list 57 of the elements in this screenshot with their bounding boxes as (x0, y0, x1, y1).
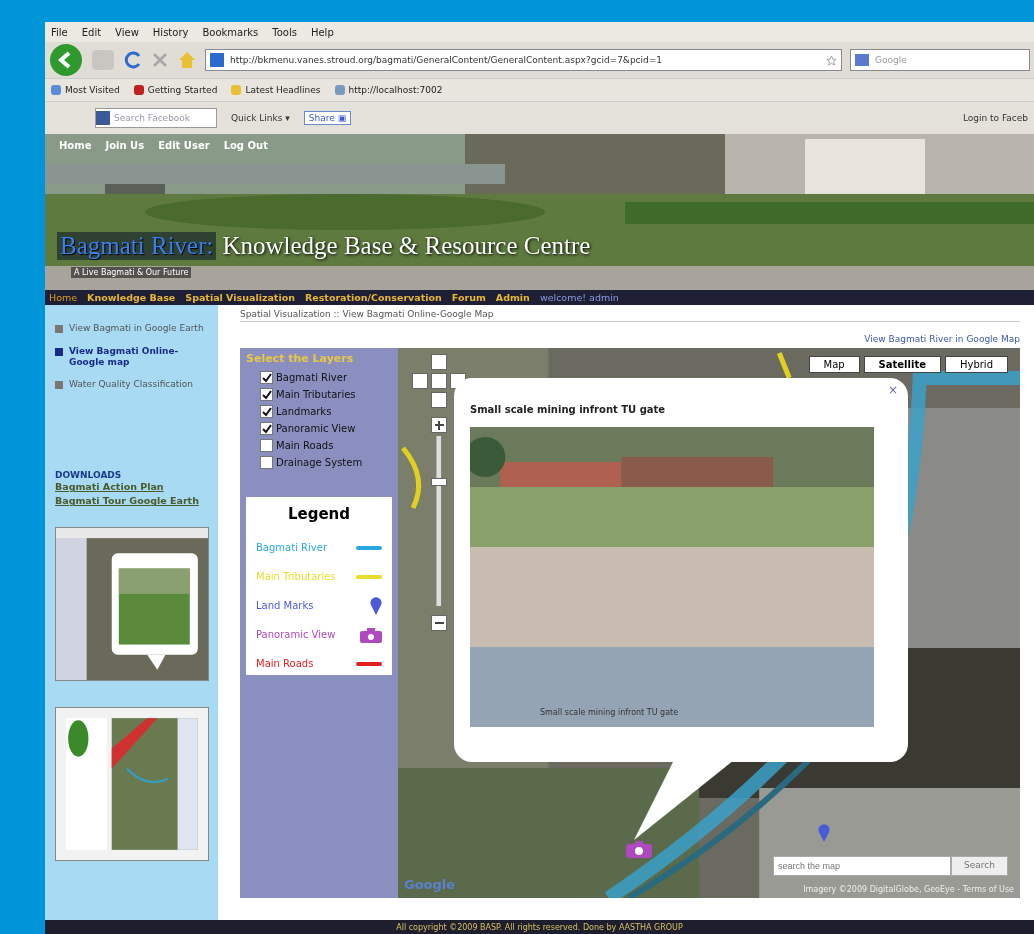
layer-label: Drainage System (276, 457, 363, 468)
bookmark-link[interactable]: Latest Headlines (231, 85, 321, 95)
star-icon[interactable] (826, 54, 837, 66)
layer-label: Panoramic View (276, 423, 356, 434)
layer-label: Bagmati River (276, 372, 347, 383)
menu-item[interactable]: Tools (272, 26, 297, 38)
reload-icon[interactable] (123, 50, 143, 70)
layer-checkbox[interactable] (260, 439, 273, 452)
nav-link[interactable]: Restoration/Conservation (304, 292, 442, 303)
menu-item[interactable]: View (115, 26, 139, 38)
bookmark-link[interactable]: http://localhost:7002 (334, 85, 443, 95)
sidebar-link[interactable]: View Bagmati in Google Earth (55, 323, 208, 334)
back-icon[interactable] (49, 43, 83, 77)
share-button[interactable]: Share ▣ (303, 111, 352, 125)
legend-label: Bagmati River (256, 542, 327, 553)
nav-link[interactable]: Spatial Visualization (185, 292, 295, 303)
bookmark-link[interactable]: Most Visited (51, 85, 120, 95)
nav-link[interactable]: Forum (451, 292, 486, 303)
breadcrumb: Spatial Visualization :: View Bagmati Online-Google Map (240, 309, 1020, 322)
layer-checkbox[interactable] (260, 422, 273, 435)
downloads-heading: DOWNLOADS (55, 470, 123, 481)
address-field[interactable]: http://bkmenu.vanes.stroud.org/bagmati/GeneralContent/GeneralContent.aspx?gcid=7&pcid=1 (205, 49, 842, 71)
site-title: Knowledge Base & Resource Centre (222, 232, 591, 260)
legend-label: Main Roads (256, 658, 314, 669)
site-name: Bagmati River: (57, 232, 217, 260)
layer-checkbox[interactable] (260, 371, 273, 384)
layer-label: Main Roads (276, 440, 334, 451)
legend-label: Land Marks (256, 600, 314, 611)
layer-label: Main Tributaries (276, 389, 356, 400)
layers-heading: Select the Layers (246, 352, 355, 365)
menu-item[interactable]: Bookmarks (202, 26, 259, 38)
legend-title: Legend (286, 505, 352, 523)
nav-link[interactable]: Home (49, 292, 78, 303)
site-tagline: A Live Bagmati & Our Future (71, 267, 192, 278)
menu-item[interactable]: File (51, 26, 68, 38)
welcome-text: welcome! admin (539, 292, 619, 303)
site-icon (210, 53, 224, 67)
legend-label: Main Tributaries (256, 571, 336, 582)
download-link[interactable]: Bagmati Action Plan (55, 480, 208, 495)
map-link[interactable]: View Bagmati River in Google Map (864, 334, 1020, 344)
menu-item[interactable]: History (152, 26, 189, 38)
quick-links-menu[interactable]: Quick Links ▾ (231, 113, 290, 123)
layer-checkbox[interactable] (260, 388, 273, 401)
login-link[interactable]: Login to Faceb (962, 113, 1028, 123)
layer-label: Landmarks (276, 406, 332, 417)
legend-label: Panoramic View (256, 629, 336, 640)
bookmark-link[interactable]: Getting Started (133, 85, 218, 95)
nav-link[interactable]: Admin (495, 292, 530, 303)
layer-checkbox[interactable] (260, 405, 273, 418)
layer-checkbox[interactable] (260, 456, 273, 469)
sidebar-link[interactable]: Water Quality Classification (55, 379, 208, 391)
menu-item[interactable]: Edit (81, 26, 102, 38)
menu-item[interactable]: Help (310, 26, 334, 38)
download-link[interactable]: Bagmati Tour Google Earth (55, 494, 208, 509)
nav-link[interactable]: Knowledge Base (87, 292, 176, 303)
footer-text: All copyright ©2009 BASP. All rights reserved. Done by AASTHA GROUP (396, 922, 683, 932)
sidebar-link[interactable]: View Bagmati Online-Google map (55, 345, 208, 368)
